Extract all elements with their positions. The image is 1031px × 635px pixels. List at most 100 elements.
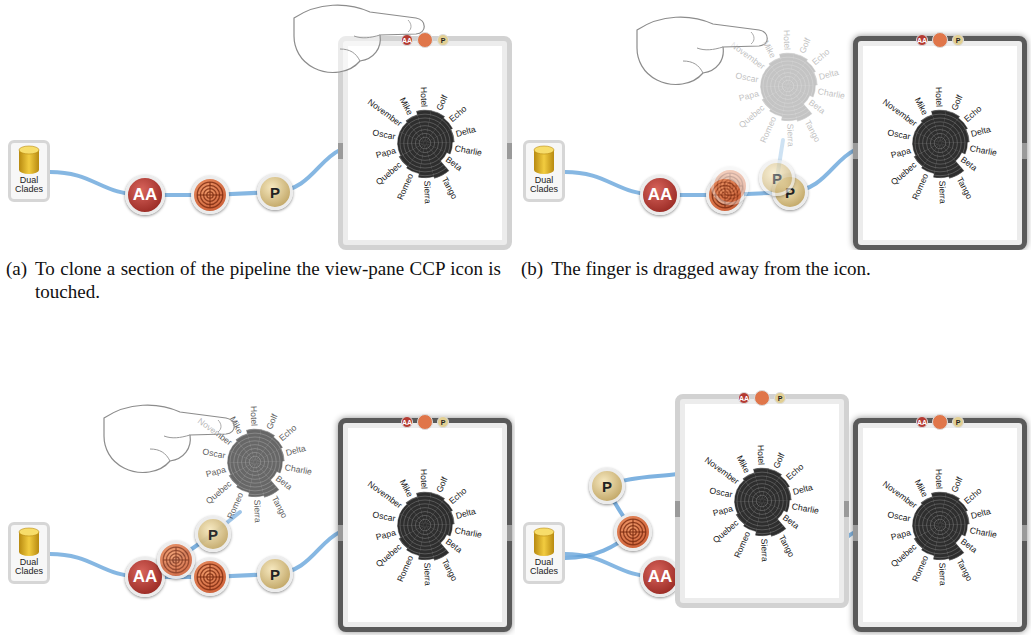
filter-node[interactable]: AA — [640, 557, 680, 597]
data-source-node[interactable]: Dual Clades — [523, 140, 565, 202]
radial-node[interactable] — [191, 558, 229, 596]
radial-node[interactable] — [614, 513, 652, 551]
pane-handle[interactable] — [675, 501, 680, 517]
pane-handle[interactable] — [338, 143, 343, 159]
chart-label: Delta — [818, 67, 840, 82]
ccp-icon[interactable]: P — [437, 34, 449, 46]
radial-chart: HotelGolfEchoDeltaCharlieBetaTangoSierra… — [348, 63, 502, 223]
radial-node[interactable] — [711, 167, 749, 205]
chart-label: Golf — [949, 93, 965, 112]
chart-label: Echo — [810, 47, 832, 68]
ccp-icon[interactable]: AA — [401, 416, 413, 428]
chart-label: Echo — [784, 462, 806, 483]
caption-tag: (a) — [6, 258, 27, 382]
pane-handle[interactable] — [338, 525, 343, 541]
chart-label: Charlie — [817, 86, 846, 101]
ccp-icon[interactable] — [932, 32, 948, 48]
ccp-icon[interactable]: AA — [401, 34, 413, 46]
chart-label: Golf — [797, 36, 813, 55]
radial-chart: HotelGolfEchoDeltaCharlieBetaTangoSierra… — [685, 421, 839, 581]
pane-handle[interactable] — [507, 525, 512, 541]
ccp-icon[interactable] — [932, 414, 948, 430]
chart-label: Papa — [375, 145, 397, 160]
pane-handle[interactable] — [853, 143, 858, 159]
subfigure-caption: (b)The finger is dragged away from the i… — [515, 250, 1031, 382]
chart-label: Charlie — [454, 143, 483, 158]
chart-label: Delta — [792, 482, 814, 497]
chart-label: Oscar — [372, 127, 397, 141]
pane-handle[interactable] — [844, 501, 849, 517]
chart-label: Sierra — [937, 180, 948, 204]
chart-label: Golf — [434, 93, 450, 112]
chart-label: Golf — [949, 475, 965, 494]
chart-label: Romeo — [395, 172, 415, 202]
chart-label: Quebec — [711, 517, 741, 545]
ccp-icon[interactable]: P — [952, 416, 964, 428]
ccp-icon[interactable]: AA — [738, 392, 750, 404]
radial-node[interactable] — [157, 541, 195, 579]
chart-label: Romeo — [910, 554, 930, 584]
chart-label: Papa — [712, 503, 734, 518]
cloned-chart[interactable]: HotelGolfEchoDeltaCharlieBetaTangoSierra… — [178, 382, 338, 542]
radial-node[interactable] — [191, 176, 229, 214]
chart-label: Mike — [913, 478, 930, 499]
chart-label: Quebec — [737, 102, 767, 130]
chart-label: Echo — [277, 423, 299, 444]
chart-label: Mike — [735, 454, 752, 475]
view-pane[interactable]: AAPHotelGolfEchoDeltaCharlieBetaTangoSie… — [675, 394, 849, 608]
chart-label: Quebec — [889, 541, 919, 569]
projection-node[interactable]: P — [195, 516, 231, 552]
filter-node[interactable]: AA — [640, 175, 680, 215]
chart-label: Golf — [771, 451, 787, 470]
view-pane[interactable]: AAPHotelGolfEchoDeltaCharlieBetaTangoSie… — [338, 36, 512, 250]
view-pane[interactable]: AA P HotelGolfEchoDeltaCharlieBetaTangoSie… — [853, 418, 1027, 632]
finger-icon — [100, 396, 240, 488]
filter-node[interactable]: AA — [125, 175, 165, 215]
chart-label: Charlie — [454, 525, 483, 540]
data-source-node[interactable]: Dual Clades — [8, 522, 50, 584]
ccp-icon[interactable]: P — [952, 34, 964, 46]
ccp-icon[interactable]: P — [437, 416, 449, 428]
chart-label: Beta — [959, 154, 979, 173]
chart-label: Sierra — [252, 499, 263, 523]
chart-label: Beta — [807, 97, 827, 116]
ccp-icon[interactable]: AA — [916, 416, 928, 428]
projection-node[interactable]: P — [257, 174, 293, 210]
radial-chart: HotelGolfEchoDeltaCharlieBetaTangoSierra… — [863, 445, 1017, 605]
chart-label: Delta — [455, 124, 477, 139]
chart-label: Hotel — [249, 406, 260, 427]
finger-icon — [633, 8, 773, 100]
radial-icon — [617, 516, 649, 548]
chart-label: Beta — [274, 473, 294, 492]
database-icon — [18, 145, 40, 175]
projection-node[interactable]: P — [759, 160, 795, 196]
ccp-icon[interactable] — [417, 414, 433, 430]
pane-handle[interactable] — [1022, 525, 1027, 541]
ccp-icon[interactable]: P — [774, 392, 786, 404]
view-pane[interactable]: AAPHotelGolfEchoDeltaCharlieBetaTangoSie… — [338, 418, 512, 632]
projection-node[interactable]: P — [257, 556, 293, 592]
source-label: Dual Clades — [527, 176, 561, 195]
chart-label: Papa — [375, 527, 397, 542]
chart-label: Quebec — [204, 478, 234, 506]
database-icon — [533, 145, 555, 175]
chart-label: Charlie — [284, 462, 313, 477]
chart-label: Oscar — [887, 127, 912, 141]
pane-handle[interactable] — [507, 143, 512, 159]
ccp-icon[interactable]: AA — [916, 34, 928, 46]
figure: Dual CladesAAPAAPHotelGolfEchoDeltaCharl… — [0, 0, 1031, 635]
data-source-node[interactable]: Dual Clades — [8, 140, 50, 202]
ccp-icon[interactable] — [754, 390, 770, 406]
chart-label: Quebec — [374, 541, 404, 569]
chart-label: Papa — [738, 88, 760, 103]
pane-handle[interactable] — [1022, 143, 1027, 159]
chart-label: Charlie — [791, 501, 820, 516]
ccp-icon[interactable] — [417, 32, 433, 48]
view-pane[interactable]: AAPHotelGolfEchoDeltaCharlieBetaTangoSie… — [853, 36, 1027, 250]
projection-node[interactable]: P — [589, 468, 625, 504]
chart-label: Oscar — [202, 446, 227, 460]
data-source-node[interactable]: Dual Clades — [523, 522, 565, 584]
radial-icon — [160, 544, 192, 576]
chart-label: Charlie — [969, 143, 998, 158]
pane-handle[interactable] — [853, 525, 858, 541]
